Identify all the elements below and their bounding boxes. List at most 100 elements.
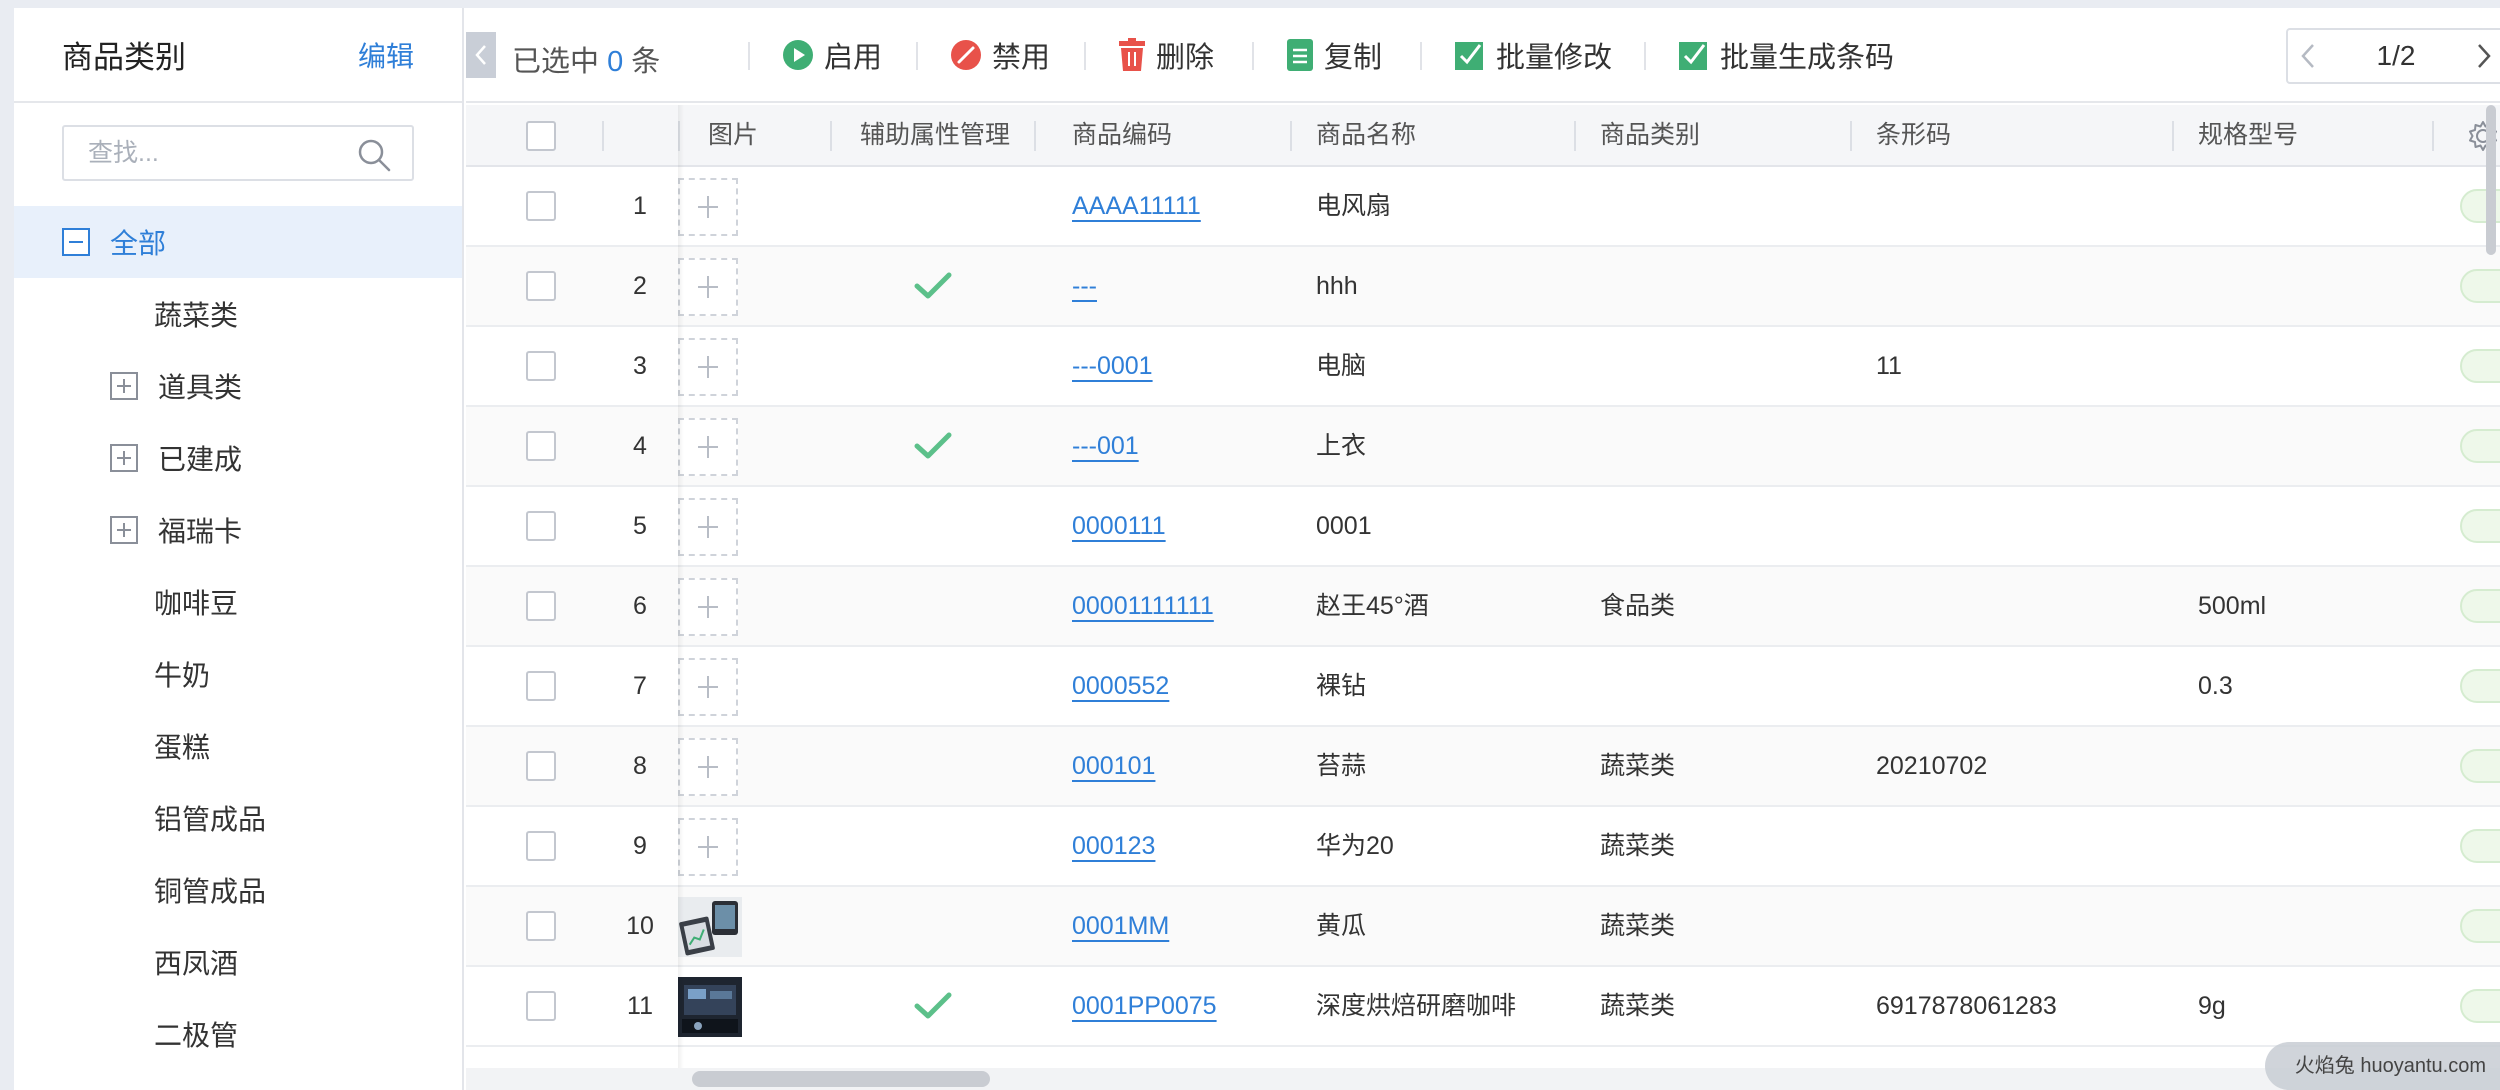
add-image-icon[interactable] [678,178,738,236]
add-image-icon[interactable] [678,258,738,316]
status-toggle[interactable] [2460,509,2500,543]
product-code-link[interactable]: 0001PP0075 [1072,992,1217,1020]
row-checkbox[interactable] [526,991,556,1021]
row-checkbox[interactable] [526,671,556,701]
column-header-barcode[interactable]: 条形码 [1876,105,1951,165]
collapse-icon[interactable] [62,228,90,256]
category-tree-item[interactable]: 西凤酒 [14,926,462,998]
status-toggle[interactable] [2460,269,2500,303]
toolbar-divider [1252,42,1254,70]
status-toggle[interactable] [2460,589,2500,623]
next-page-icon[interactable] [2476,42,2492,70]
category-tree-item[interactable]: 蔬菜类 [14,278,462,350]
expand-icon[interactable] [110,516,138,544]
category-tree-item[interactable]: 铜管成品 [14,854,462,926]
product-code-link[interactable]: 0000552 [1072,672,1169,700]
prev-page-icon[interactable] [2300,42,2316,70]
column-header-name[interactable]: 商品名称 [1316,105,1416,165]
table-row[interactable]: 10 0001MM 黄瓜 蔬菜类 [466,887,2500,967]
category-tree-item[interactable]: 二极管 [14,998,462,1070]
table-row[interactable]: 2 --- hhh [466,247,2500,327]
batch-edit-button[interactable]: 批量修改 [1454,35,1612,75]
product-category [1600,327,1848,405]
product-category: 蔬菜类 [1600,807,1848,885]
batch-barcode-button[interactable]: 批量生成条码 [1678,35,1894,75]
status-toggle[interactable] [2460,429,2500,463]
product-thumbnail[interactable] [678,897,742,957]
add-image-icon[interactable] [678,658,738,716]
horizontal-scrollbar-thumb[interactable] [692,1071,990,1087]
table-row[interactable]: 7 0000552 裸钻 0.3 [466,647,2500,727]
status-toggle[interactable] [2460,669,2500,703]
row-checkbox[interactable] [526,831,556,861]
product-barcode [1876,487,2170,565]
search-icon[interactable] [356,137,392,173]
table-row[interactable]: 4 ---001 上衣 [466,407,2500,487]
add-image-icon[interactable] [678,738,738,796]
select-all-checkbox[interactable] [526,121,556,151]
add-image-icon[interactable] [678,578,738,636]
add-image-icon[interactable] [678,338,738,396]
row-checkbox[interactable] [526,351,556,381]
category-tree-label: 全部 [110,228,167,259]
category-tree-item[interactable]: 蛋糕 [14,710,462,782]
column-header-spec[interactable]: 规格型号 [2198,105,2298,165]
enable-button[interactable]: 启用 [782,35,882,75]
table-row[interactable]: 5 0000111 0001 [466,487,2500,567]
status-toggle[interactable] [2460,989,2500,1023]
copy-button[interactable]: 复制 [1286,35,1382,75]
status-toggle[interactable] [2460,909,2500,943]
row-checkbox[interactable] [526,271,556,301]
table-row[interactable]: 11 0001PP0075 深度烘焙研磨咖啡 蔬菜类 6917878061283 9g [466,967,2500,1047]
category-tree-label: 铜管成品 [154,876,267,907]
expand-icon[interactable] [110,372,138,400]
status-toggle[interactable] [2460,349,2500,383]
row-checkbox[interactable] [526,911,556,941]
category-tree-item[interactable]: 全部 [14,206,462,278]
product-code-link[interactable]: 000101 [1072,752,1155,780]
add-image-icon[interactable] [678,498,738,556]
column-header-code[interactable]: 商品编码 [1072,105,1172,165]
row-checkbox[interactable] [526,191,556,221]
product-code-link[interactable]: AAAA11111 [1072,192,1201,220]
row-checkbox[interactable] [526,431,556,461]
row-checkbox[interactable] [526,751,556,781]
table-row[interactable]: 8 000101 苔蒜 蔬菜类 20210702 [466,727,2500,807]
disable-button[interactable]: 禁用 [950,35,1050,75]
edit-categories-button[interactable]: 编辑 [358,35,414,75]
column-header-category[interactable]: 商品类别 [1600,105,1700,165]
table-row[interactable]: 6 00001111111 赵王45°酒 食品类 500ml [466,567,2500,647]
column-divider [1034,121,1036,151]
product-code-link[interactable]: 0001MM [1072,912,1169,940]
column-header-aux-attr[interactable]: 辅助属性管理 [860,105,1010,165]
add-image-icon[interactable] [678,818,738,876]
product-code-link[interactable]: 0000111 [1072,512,1166,540]
product-thumbnail[interactable] [678,977,742,1037]
row-checkbox[interactable] [526,591,556,621]
collapse-sidebar-button[interactable] [466,32,496,78]
product-code-link[interactable]: 00001111111 [1072,592,1214,620]
category-tree-item[interactable]: 铝管成品 [14,782,462,854]
status-toggle[interactable] [2460,829,2500,863]
expand-icon[interactable] [110,444,138,472]
product-barcode: 11 [1876,327,2170,405]
category-tree-item[interactable]: 道具类 [14,350,462,422]
category-tree-item[interactable]: 咖啡豆 [14,566,462,638]
category-tree-item[interactable]: 福瑞卡 [14,494,462,566]
product-code-link[interactable]: --- [1072,272,1097,300]
category-tree-item[interactable]: 牛奶 [14,638,462,710]
product-code-link[interactable]: ---0001 [1072,352,1153,380]
table-row[interactable]: 3 ---0001 电脑 11 [466,327,2500,407]
table-row[interactable]: 9 000123 华为20 蔬菜类 [466,807,2500,887]
row-checkbox[interactable] [526,511,556,541]
product-name-text: 华为20 [1316,832,1394,860]
vertical-scrollbar[interactable] [2486,105,2496,255]
add-image-icon[interactable] [678,418,738,476]
delete-button[interactable]: 删除 [1118,35,1214,75]
product-code-link[interactable]: 000123 [1072,832,1155,860]
category-tree-item[interactable]: 已建成 [14,422,462,494]
status-toggle[interactable] [2460,749,2500,783]
column-header-image[interactable]: 图片 [708,105,758,165]
product-code-link[interactable]: ---001 [1072,432,1139,460]
table-row[interactable]: 1 AAAA11111 电风扇 [466,167,2500,247]
